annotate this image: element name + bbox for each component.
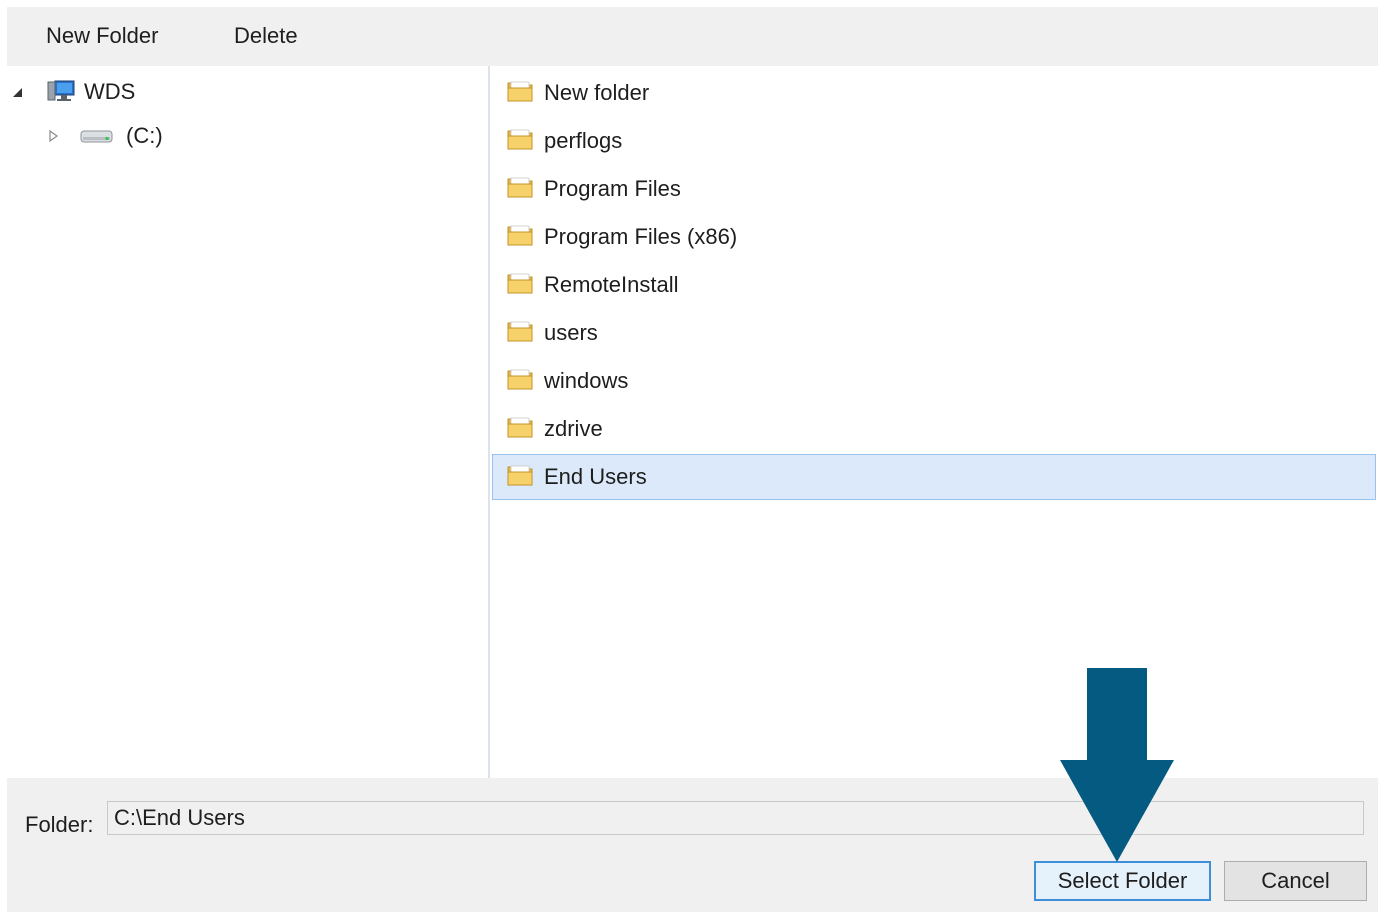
list-item-label: users bbox=[544, 320, 598, 345]
list-item[interactable]: New folder bbox=[492, 70, 1376, 116]
folder-icon bbox=[493, 224, 544, 251]
tree-item-wds[interactable]: WDS bbox=[10, 75, 135, 109]
list-item-label: New folder bbox=[544, 80, 650, 105]
list-item[interactable]: Program Files (x86) bbox=[492, 214, 1376, 260]
list-item[interactable]: windows bbox=[492, 358, 1376, 404]
folder-icon bbox=[493, 272, 544, 299]
folder-list: New folder perflogs Program Files Progra… bbox=[490, 66, 1378, 778]
drive-icon bbox=[80, 128, 114, 144]
delete-button[interactable]: Delete bbox=[230, 21, 302, 51]
list-item[interactable]: Program Files bbox=[492, 166, 1376, 212]
list-item-label: End Users bbox=[544, 464, 647, 489]
folder-icon bbox=[493, 176, 544, 203]
list-item-label: Program Files bbox=[544, 176, 681, 201]
folder-icon bbox=[493, 80, 544, 107]
folder-path-input[interactable] bbox=[107, 801, 1364, 835]
list-item-label: windows bbox=[544, 368, 629, 393]
list-item-label: RemoteInstall bbox=[544, 272, 679, 297]
toolbar: New Folder Delete bbox=[7, 7, 1378, 66]
cancel-button[interactable]: Cancel bbox=[1224, 861, 1367, 901]
list-item-label: perflogs bbox=[544, 128, 623, 153]
tree-item-label: (C:) bbox=[126, 123, 163, 148]
collapse-icon[interactable] bbox=[10, 85, 24, 99]
folder-icon bbox=[493, 464, 544, 491]
computer-icon bbox=[46, 79, 76, 105]
new-folder-button[interactable]: New Folder bbox=[42, 21, 162, 51]
folder-icon bbox=[493, 128, 544, 155]
select-folder-button[interactable]: Select Folder bbox=[1034, 861, 1211, 901]
folder-tree: WDS (C:) bbox=[0, 66, 488, 778]
folder-icon bbox=[493, 416, 544, 443]
list-item-label: Program Files (x86) bbox=[544, 224, 738, 249]
list-item-selected[interactable]: End Users bbox=[492, 454, 1376, 500]
folder-icon bbox=[493, 320, 544, 347]
tree-item-label: WDS bbox=[84, 79, 136, 104]
folder-icon bbox=[493, 368, 544, 395]
list-item-label: zdrive bbox=[544, 416, 603, 441]
folder-field-label: Folder: bbox=[25, 812, 94, 837]
down-arrow-icon bbox=[1060, 668, 1174, 862]
list-item[interactable]: zdrive bbox=[492, 406, 1376, 452]
expand-icon[interactable] bbox=[46, 129, 60, 143]
list-item[interactable]: perflogs bbox=[492, 118, 1376, 164]
list-item[interactable]: RemoteInstall bbox=[492, 262, 1376, 308]
tree-item-drive-c[interactable]: (C:) bbox=[46, 119, 163, 153]
list-item[interactable]: users bbox=[492, 310, 1376, 356]
